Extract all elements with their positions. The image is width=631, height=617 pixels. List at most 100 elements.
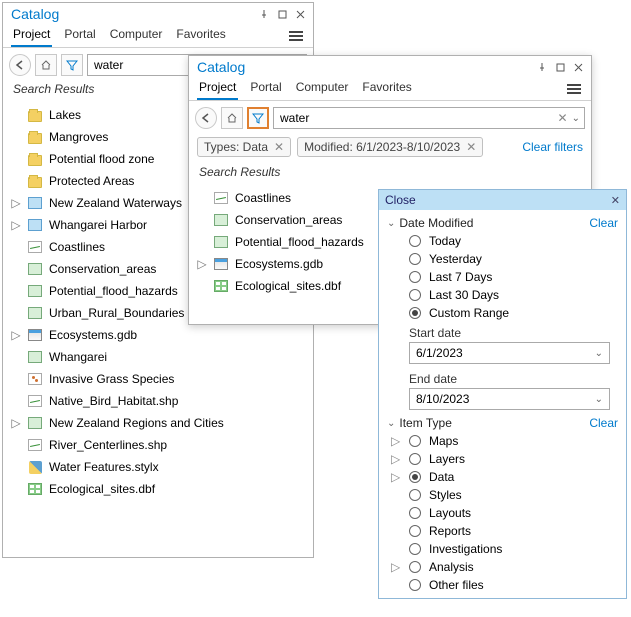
start-date-input[interactable]: 6/1/2023⌄ bbox=[409, 342, 610, 364]
poly-icon bbox=[27, 261, 43, 277]
date-option[interactable]: Last 7 Days bbox=[387, 268, 618, 286]
clear-search-icon[interactable]: ✕ bbox=[558, 111, 568, 125]
section-date-modified[interactable]: Date Modified bbox=[399, 216, 473, 230]
expand-icon[interactable]: ▷ bbox=[11, 414, 21, 432]
search-box[interactable]: ✕ ⌄ bbox=[273, 107, 585, 129]
chevron-down-icon[interactable]: ⌄ bbox=[387, 218, 395, 229]
home-icon[interactable] bbox=[35, 54, 57, 76]
filter-close-label[interactable]: Close bbox=[385, 193, 416, 207]
pin-icon[interactable] bbox=[257, 7, 271, 21]
option-label: Custom Range bbox=[429, 306, 509, 320]
result-label: Protected Areas bbox=[49, 172, 134, 190]
result-label: Water Features.stylx bbox=[49, 458, 159, 476]
type-option[interactable]: ▷ Layers bbox=[387, 450, 618, 468]
pts-icon bbox=[27, 371, 43, 387]
close-icon[interactable] bbox=[293, 7, 307, 21]
type-option[interactable]: Other files bbox=[387, 576, 618, 594]
result-item[interactable]: Native_Bird_Habitat.shp bbox=[7, 390, 309, 412]
gdb-icon bbox=[213, 256, 229, 272]
maximize-icon[interactable] bbox=[275, 7, 289, 21]
type-option[interactable]: ▷ Analysis bbox=[387, 558, 618, 576]
tab-portal[interactable]: Portal bbox=[62, 25, 97, 47]
expand-icon[interactable]: ▷ bbox=[11, 326, 21, 344]
filter-icon[interactable] bbox=[61, 54, 83, 76]
menu-icon[interactable] bbox=[565, 78, 583, 100]
search-dropdown-icon[interactable]: ⌄ bbox=[572, 113, 580, 124]
panel-title: Catalog bbox=[197, 59, 245, 75]
result-item[interactable]: Water Features.stylx bbox=[7, 456, 309, 478]
back-button[interactable] bbox=[9, 54, 31, 76]
date-option[interactable]: Last 30 Days bbox=[387, 286, 618, 304]
radio-icon bbox=[409, 579, 421, 591]
date-option[interactable]: Yesterday bbox=[387, 250, 618, 268]
maximize-icon[interactable] bbox=[553, 60, 567, 74]
menu-icon[interactable] bbox=[287, 25, 305, 47]
radio-icon bbox=[409, 453, 421, 465]
close-icon[interactable] bbox=[571, 60, 585, 74]
section-item-type[interactable]: Item Type bbox=[399, 416, 451, 430]
date-option[interactable]: Custom Range bbox=[387, 304, 618, 322]
option-label: Last 30 Days bbox=[429, 288, 499, 302]
radio-icon bbox=[409, 489, 421, 501]
filter-icon[interactable] bbox=[247, 107, 269, 129]
tab-computer[interactable]: Computer bbox=[294, 78, 351, 100]
type-option[interactable]: Reports bbox=[387, 522, 618, 540]
pin-icon[interactable] bbox=[535, 60, 549, 74]
type-option[interactable]: Layouts bbox=[387, 504, 618, 522]
expand-icon[interactable]: ▷ bbox=[197, 255, 207, 273]
tab-favorites[interactable]: Favorites bbox=[360, 78, 413, 100]
tab-project[interactable]: Project bbox=[197, 78, 238, 100]
option-label: Last 7 Days bbox=[429, 270, 492, 284]
tab-project[interactable]: Project bbox=[11, 25, 52, 47]
result-item[interactable]: Invasive Grass Species bbox=[7, 368, 309, 390]
radio-icon bbox=[409, 435, 421, 447]
result-label: Lakes bbox=[49, 106, 81, 124]
chip-remove-icon[interactable]: ✕ bbox=[466, 140, 476, 154]
chip-remove-icon[interactable]: ✕ bbox=[274, 140, 284, 154]
expand-icon[interactable]: ▷ bbox=[391, 560, 401, 574]
result-item[interactable]: Ecological_sites.dbf bbox=[7, 478, 309, 500]
end-date-label: End date bbox=[387, 368, 618, 388]
clear-filters-link[interactable]: Clear filters bbox=[522, 140, 583, 154]
end-date-value: 8/10/2023 bbox=[416, 392, 469, 406]
filter-chip-types[interactable]: Types: Data✕ bbox=[197, 137, 291, 157]
type-option[interactable]: ▷Data bbox=[387, 468, 618, 486]
expand-icon[interactable]: ▷ bbox=[11, 194, 21, 212]
type-option[interactable]: Investigations bbox=[387, 540, 618, 558]
result-label: Ecosystems.gdb bbox=[235, 255, 323, 273]
home-icon[interactable] bbox=[221, 107, 243, 129]
end-date-input[interactable]: 8/10/2023⌄ bbox=[409, 388, 610, 410]
back-button[interactable] bbox=[195, 107, 217, 129]
option-label: Analysis bbox=[429, 560, 474, 574]
expand-icon[interactable]: ▷ bbox=[391, 452, 401, 466]
result-item[interactable]: River_Centerlines.shp bbox=[7, 434, 309, 456]
result-item[interactable]: ▷New Zealand Regions and Cities bbox=[7, 412, 309, 434]
tab-favorites[interactable]: Favorites bbox=[174, 25, 227, 47]
result-item[interactable]: Whangarei bbox=[7, 346, 309, 368]
filter-chip-modified[interactable]: Modified: 6/1/2023-8/10/2023 ✕ bbox=[297, 137, 483, 157]
close-icon[interactable]: ✕ bbox=[611, 194, 620, 207]
chevron-down-icon[interactable]: ⌄ bbox=[387, 418, 395, 429]
option-label: Layers bbox=[429, 452, 465, 466]
search-input[interactable] bbox=[278, 109, 554, 127]
line-icon bbox=[27, 393, 43, 409]
expand-icon[interactable]: ▷ bbox=[391, 470, 401, 484]
type-option[interactable]: ▷Maps bbox=[387, 432, 618, 450]
radio-icon bbox=[409, 289, 421, 301]
radio-icon bbox=[409, 235, 421, 247]
option-label: Investigations bbox=[429, 542, 502, 556]
clear-date-link[interactable]: Clear bbox=[589, 216, 618, 230]
clear-type-link[interactable]: Clear bbox=[589, 416, 618, 430]
tab-computer[interactable]: Computer bbox=[108, 25, 165, 47]
chip-label: Modified: 6/1/2023-8/10/2023 bbox=[304, 140, 460, 154]
option-label: Today bbox=[429, 234, 461, 248]
poly-icon bbox=[27, 305, 43, 321]
result-label: Coastlines bbox=[49, 238, 105, 256]
type-option[interactable]: Styles bbox=[387, 486, 618, 504]
date-option[interactable]: Today bbox=[387, 232, 618, 250]
tab-portal[interactable]: Portal bbox=[248, 78, 283, 100]
result-item[interactable]: ▷Ecosystems.gdb bbox=[7, 324, 309, 346]
expand-icon[interactable]: ▷ bbox=[11, 216, 21, 234]
expand-icon[interactable]: ▷ bbox=[391, 434, 401, 448]
result-label: Coastlines bbox=[235, 189, 291, 207]
